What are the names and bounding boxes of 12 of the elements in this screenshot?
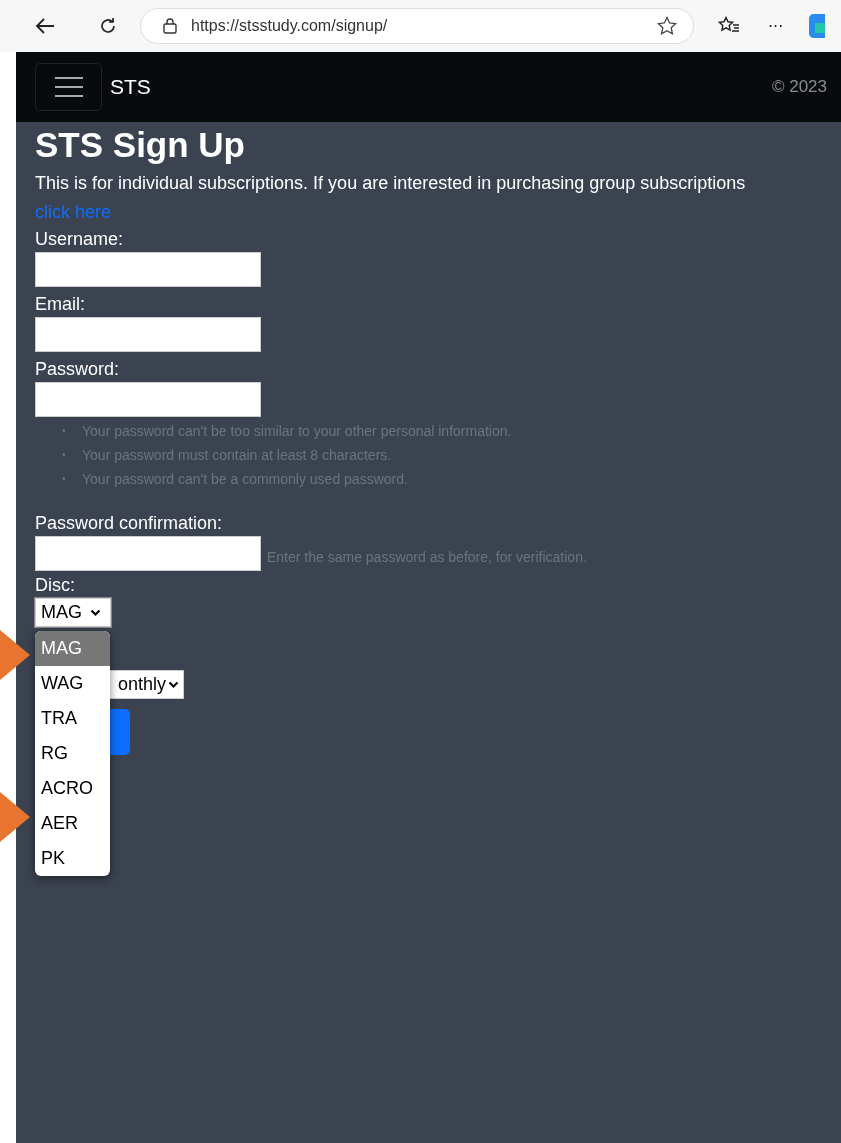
bullet: • <box>62 424 67 438</box>
url-text: https://stsstudy.com/signup/ <box>191 17 389 35</box>
bullet: • <box>62 472 67 486</box>
field-label: Password confirmation: <box>35 512 223 535</box>
copyright-text: © 2023 <box>771 77 827 97</box>
field-label: Username: <box>35 228 124 251</box>
field-label: Disc: <box>35 574 75 597</box>
page-title: STS Sign Up <box>35 124 245 166</box>
field-label: Password: <box>35 358 120 381</box>
intro-text: This is for individual subscriptions. If you are interested in purchasing group subscriptions <box>35 172 747 195</box>
bullet: • <box>62 448 67 462</box>
field-label: Email: <box>35 293 85 316</box>
